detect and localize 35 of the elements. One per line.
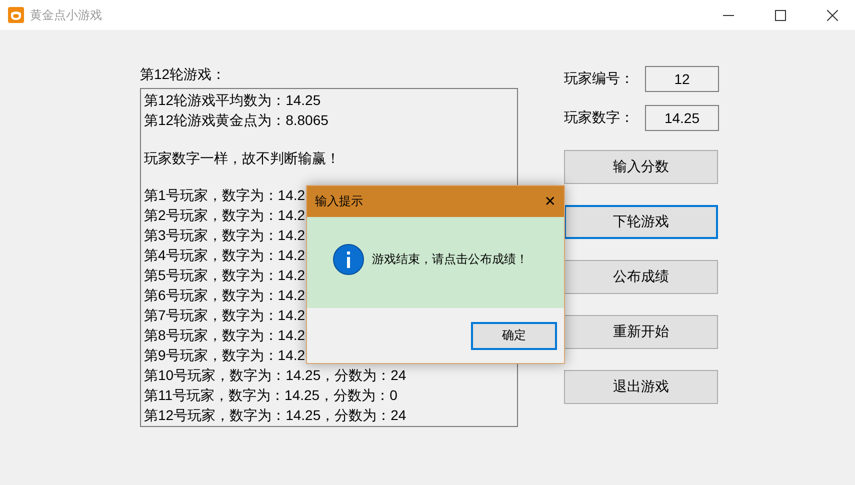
log-line: 第9号玩家，数字为：14.2 xyxy=(144,346,306,365)
log-label: 第12轮游戏： xyxy=(140,66,227,84)
action-button[interactable]: 输入分数 xyxy=(564,150,718,184)
action-button[interactable]: 下轮游戏 xyxy=(564,205,718,239)
log-line: 玩家数字一样，故不判断输赢！ xyxy=(144,148,340,168)
log-line: 第2号玩家，数字为：14.2 xyxy=(144,206,306,225)
log-line: 第4号玩家，数字为：14.2 xyxy=(144,246,306,265)
action-button[interactable]: 重新开始 xyxy=(564,315,718,349)
maximize-icon[interactable] xyxy=(774,10,786,20)
field-label: 玩家数字： xyxy=(564,109,634,127)
close-button[interactable]: ✕ xyxy=(544,193,556,210)
log-line: 第8号玩家，数字为：14.2 xyxy=(144,326,306,345)
action-button[interactable]: 公布成绩 xyxy=(564,260,718,294)
action-button[interactable]: 退出游戏 xyxy=(564,370,718,404)
info-icon xyxy=(333,244,364,275)
log-line: 第6号玩家，数字为：14.2 xyxy=(144,286,306,305)
log-line: 第12轮游戏黄金点为：8.8065 xyxy=(144,111,328,130)
close-icon[interactable] xyxy=(826,10,838,20)
minimize-icon[interactable] xyxy=(722,14,734,16)
log-line: 第7号玩家，数字为：14.2 xyxy=(144,306,306,325)
log-line: 第1号玩家，数字为：14.2 xyxy=(144,186,306,205)
ok-button[interactable]: 确定 xyxy=(471,322,557,350)
log-line: 第12轮游戏平均数为：14.25 xyxy=(144,91,321,110)
dialog-message: 游戏结束，请点击公布成绩！ xyxy=(372,251,528,268)
log-line: 第12号玩家，数字为：14.25，分数为：24 xyxy=(144,406,406,425)
input-field[interactable]: 12 xyxy=(645,66,719,92)
log-line: 第3号玩家，数字为：14.2 xyxy=(144,226,306,245)
log-line: 第5号玩家，数字为：14.2 xyxy=(144,266,306,285)
dialog-title: 输入提示 xyxy=(315,193,363,210)
input-field[interactable]: 14.25 xyxy=(645,105,719,131)
log-line: 第10号玩家，数字为：14.25，分数为：24 xyxy=(144,366,406,385)
app-icon xyxy=(8,7,24,23)
window-title: 黄金点小游戏 xyxy=(30,6,103,24)
field-label: 玩家编号： xyxy=(564,70,634,88)
log-line: 第11号玩家，数字为：14.25，分数为：0 xyxy=(144,386,398,405)
